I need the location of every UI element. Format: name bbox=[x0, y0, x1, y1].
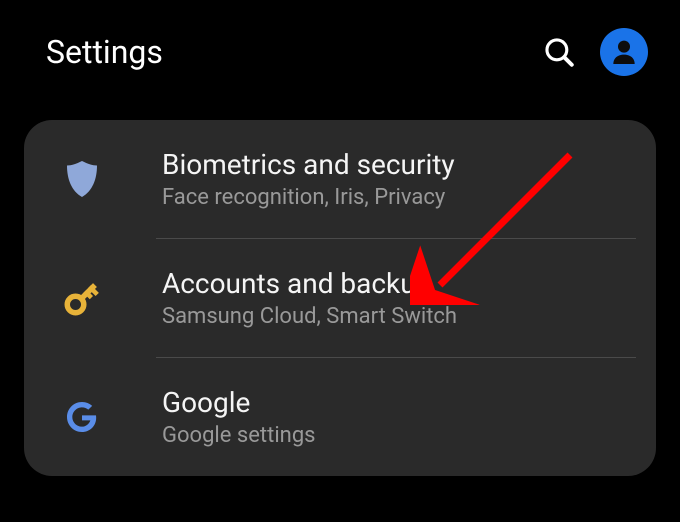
shield-icon bbox=[52, 158, 112, 200]
item-text: Google Google settings bbox=[162, 386, 632, 448]
item-title: Biometrics and security bbox=[162, 148, 632, 181]
header-actions bbox=[542, 28, 648, 76]
item-text: Accounts and backup Samsung Cloud, Smart… bbox=[162, 267, 632, 329]
item-subtitle: Face recognition, Iris, Privacy bbox=[162, 185, 632, 210]
google-icon bbox=[52, 397, 112, 437]
item-text: Biometrics and security Face recognition… bbox=[162, 148, 632, 210]
settings-item-google[interactable]: Google Google settings bbox=[24, 358, 656, 476]
item-title: Google bbox=[162, 386, 632, 419]
app-header: Settings bbox=[0, 0, 680, 104]
settings-card: Biometrics and security Face recognition… bbox=[24, 120, 656, 476]
profile-avatar[interactable] bbox=[600, 28, 648, 76]
item-subtitle: Samsung Cloud, Smart Switch bbox=[162, 304, 632, 329]
key-icon bbox=[52, 276, 112, 320]
person-icon bbox=[608, 36, 640, 68]
search-icon[interactable] bbox=[542, 35, 576, 69]
page-title: Settings bbox=[46, 33, 163, 71]
settings-item-biometrics[interactable]: Biometrics and security Face recognition… bbox=[24, 120, 656, 238]
settings-item-accounts[interactable]: Accounts and backup Samsung Cloud, Smart… bbox=[24, 239, 656, 357]
item-title: Accounts and backup bbox=[162, 267, 632, 300]
item-subtitle: Google settings bbox=[162, 423, 632, 448]
